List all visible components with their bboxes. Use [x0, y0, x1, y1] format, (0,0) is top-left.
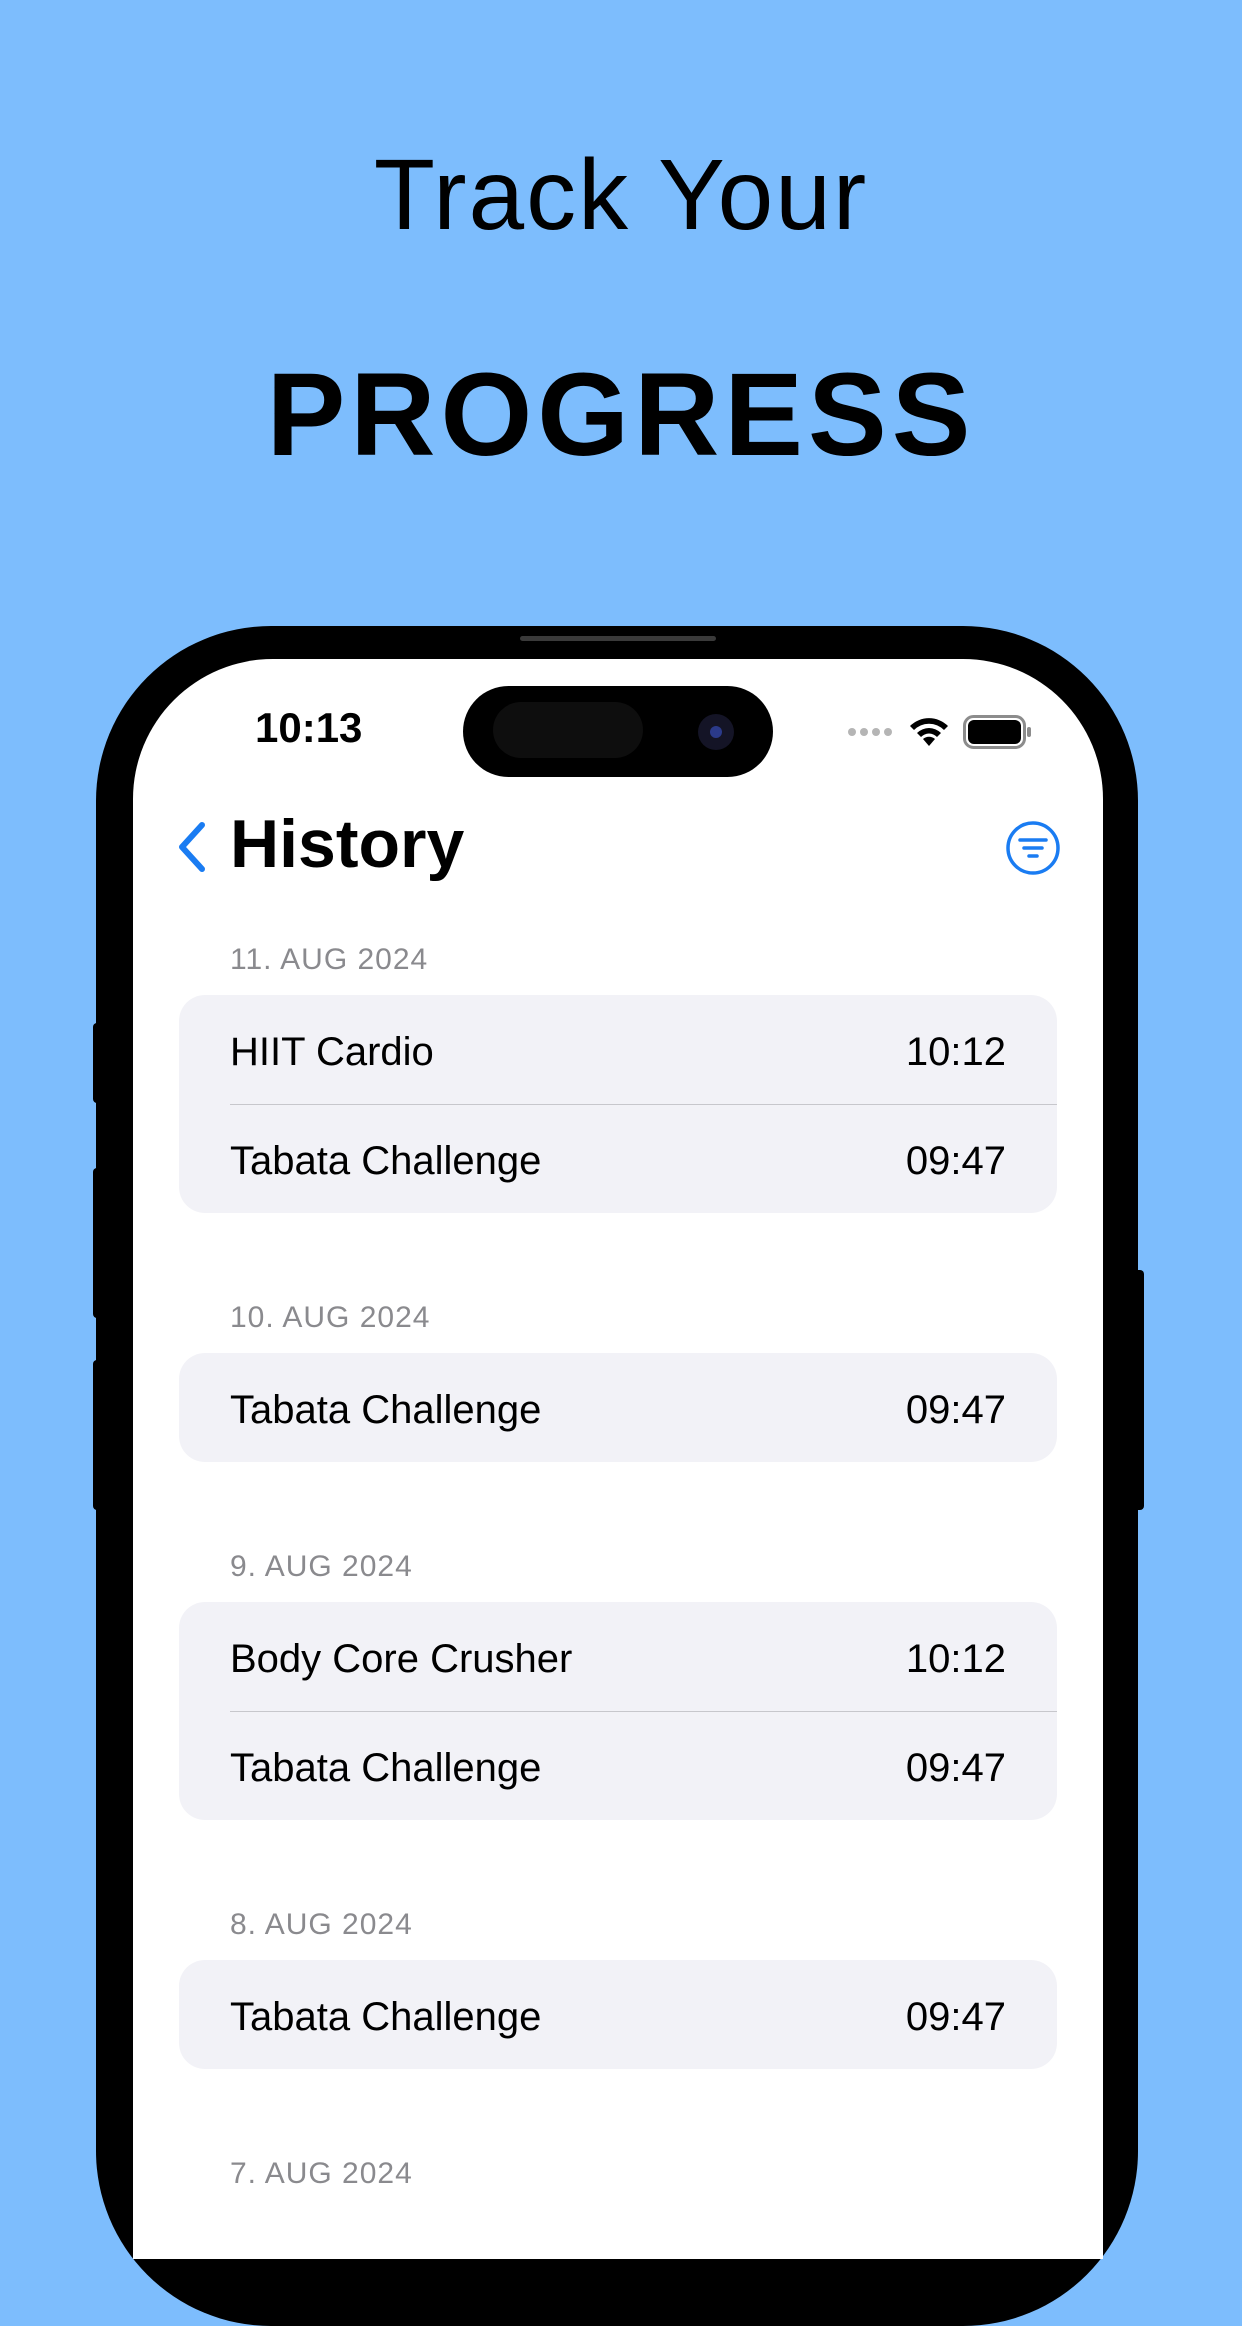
workout-time: 10:12 [905, 1637, 1006, 1681]
workout-name: HIIT Cardio [230, 1030, 434, 1074]
history-row[interactable]: Tabata Challenge 09:47 [179, 1711, 1057, 1820]
history-group: HIIT Cardio 10:12 Tabata Challenge 09:47 [179, 995, 1057, 1213]
filter-button[interactable] [1005, 820, 1061, 876]
section-header-date: 9. AUG 2024 [230, 1550, 413, 1583]
history-row[interactable]: Body Core Crusher 10:12 [179, 1602, 1057, 1711]
workout-name: Tabata Challenge [230, 1995, 542, 2039]
phone-speaker-bar [520, 636, 716, 641]
workout-name: Tabata Challenge [230, 1139, 542, 1183]
history-group: Tabata Challenge 09:47 [179, 1353, 1057, 1462]
workout-time: 10:12 [905, 1030, 1006, 1074]
workout-time: 09:47 [905, 1139, 1006, 1183]
workout-time: 09:47 [905, 1746, 1006, 1790]
page-title: History [230, 806, 465, 882]
battery-icon [963, 715, 1031, 749]
workout-name: Body Core Crusher [230, 1637, 573, 1681]
workout-time: 09:47 [905, 1388, 1006, 1432]
status-bar-icons [847, 712, 1033, 752]
history-row[interactable]: Tabata Challenge 09:47 [179, 1104, 1057, 1213]
front-camera [698, 714, 734, 750]
section-header-date: 8. AUG 2024 [230, 1908, 413, 1941]
section-header-date: 11. AUG 2024 [230, 943, 429, 976]
history-row[interactable]: Tabata Challenge 09:47 [179, 1960, 1057, 2069]
chevron-left-icon [179, 822, 205, 872]
history-group: Tabata Challenge 09:47 [179, 1960, 1057, 2069]
section-header-date: 7. AUG 2024 [230, 2157, 413, 2190]
workout-name: Tabata Challenge [230, 1388, 542, 1432]
promo-headline-main: PROGRESS [266, 349, 976, 481]
section-header-date: 10. AUG 2024 [230, 1301, 431, 1334]
promo-headline-top: Track Your [373, 139, 869, 251]
dynamic-island-pill [493, 702, 643, 758]
workout-name: Tabata Challenge [230, 1746, 542, 1790]
back-button[interactable] [171, 817, 213, 877]
workout-time: 09:47 [905, 1995, 1006, 2039]
status-bar-time: 10:13 [255, 704, 363, 751]
history-row[interactable]: Tabata Challenge 09:47 [179, 1353, 1057, 1462]
history-group: Body Core Crusher 10:12 Tabata Challenge… [179, 1602, 1057, 1820]
wifi-icon [910, 718, 948, 746]
filter-circle-icon [1006, 821, 1060, 875]
history-row[interactable]: HIIT Cardio 10:12 [179, 995, 1057, 1104]
dynamic-island [463, 686, 773, 777]
signal-dots-icon [848, 728, 892, 736]
phone-screen: 10:13 History 11. AUG 2024 HIIT Cardio 1… [133, 659, 1103, 2259]
